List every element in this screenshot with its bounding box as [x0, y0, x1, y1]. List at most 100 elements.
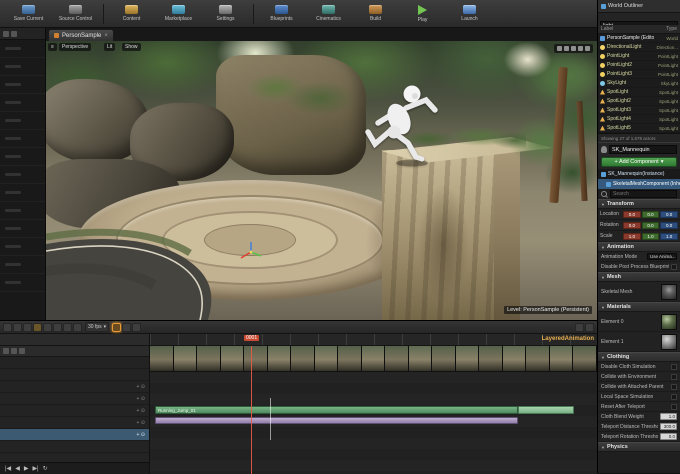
collapsed-tree-row[interactable] — [0, 112, 45, 130]
panel-header-icon[interactable] — [3, 30, 9, 37]
collapsed-tree-row[interactable] — [0, 148, 45, 166]
timeline-area[interactable]: Running_Jump_01 — [150, 346, 597, 474]
source-control-button[interactable]: Source Control — [53, 1, 98, 26]
outliner-row[interactable]: SpotLight2 SpotLight — [598, 97, 680, 106]
filmstrip-thumbnail[interactable] — [385, 346, 409, 371]
track-controls[interactable]: + ⊙ — [137, 396, 146, 402]
filmstrip-thumbnail[interactable] — [173, 346, 197, 371]
location-x-field[interactable]: 0.0 — [623, 210, 641, 218]
collapsed-tree-row[interactable] — [0, 184, 45, 202]
actor-name-field[interactable] — [609, 145, 677, 154]
outliner-row[interactable]: SpotLight5 SpotLight — [598, 124, 680, 133]
filmstrip-thumbnail[interactable] — [502, 346, 526, 371]
outliner-row[interactable]: SpotLight4 SpotLight — [598, 115, 680, 124]
component-skeletal-mesh[interactable]: SkeletalMeshComponent (Inherited) — [598, 179, 680, 189]
settings-button[interactable]: Settings — [203, 1, 248, 26]
track-toolbar-icon[interactable] — [19, 348, 25, 354]
step-back-button[interactable]: ◀ — [15, 466, 20, 472]
content-button[interactable]: Content — [109, 1, 154, 26]
outliner-row[interactable]: SpotLight SpotLight — [598, 88, 680, 97]
animation-clip-extension[interactable] — [518, 406, 574, 414]
filmstrip-thumbnail[interactable] — [267, 346, 291, 371]
outliner-row[interactable]: PersonSample (Editor) World — [598, 34, 680, 43]
track-toolbar-icon[interactable] — [11, 348, 17, 354]
collapsed-tree-row[interactable] — [0, 238, 45, 256]
render-movie-icon[interactable] — [33, 322, 42, 332]
viewport-3d-canvas[interactable]: ≡ Perspective Lit Show Level: PersonSamp… — [46, 41, 597, 320]
clothing-checkbox[interactable] — [671, 403, 677, 410]
details-search-input[interactable] — [610, 190, 677, 198]
track-row-selected[interactable]: + ⊙ — [0, 429, 149, 441]
track-row[interactable] — [0, 357, 149, 369]
options-icon[interactable] — [585, 322, 594, 332]
mannequin-character[interactable] — [342, 75, 452, 175]
translate-gizmo[interactable] — [238, 239, 264, 265]
filmstrip-thumbnail[interactable] — [314, 346, 338, 371]
undo-icon[interactable] — [43, 322, 52, 332]
play-button[interactable]: Play — [400, 1, 445, 26]
track-row[interactable] — [0, 369, 149, 381]
build-button[interactable]: Build — [353, 1, 398, 26]
save-current-button[interactable]: Save Current — [6, 1, 51, 26]
add-component-button[interactable]: + Add Component ▾ — [601, 157, 677, 167]
filmstrip-thumbnail[interactable] — [338, 346, 362, 371]
playhead-frame-tag[interactable]: 0001 — [244, 335, 260, 341]
filmstrip-thumbnail[interactable] — [291, 346, 315, 371]
section-clothing[interactable]: ▼ Clothing — [598, 352, 680, 362]
auto-key-icon[interactable] — [112, 322, 122, 332]
outliner-row[interactable]: DirectionalLight Direction... — [598, 43, 680, 52]
cloth-blend-weight-field[interactable]: 1.0 — [660, 413, 677, 420]
component-root[interactable]: SK_Mannequin(Instance) — [598, 169, 680, 179]
stat-icon[interactable] — [571, 46, 576, 51]
snap-icon[interactable] — [122, 322, 132, 332]
fps-dropdown[interactable]: 30 fps ▾ — [85, 322, 110, 332]
teleport-distance-field[interactable]: 300.0 — [660, 423, 677, 430]
outliner-row[interactable]: PointLight PointLight — [598, 52, 680, 61]
filmstrip-thumbnail[interactable] — [455, 346, 479, 371]
animation-clip-secondary[interactable] — [155, 417, 518, 424]
show-dropdown[interactable]: Show — [122, 43, 141, 51]
world-outliner-tab[interactable]: World Outliner — [598, 0, 680, 13]
tab-personsample[interactable]: PersonSample × — [48, 29, 114, 41]
filmstrip-thumbnail[interactable] — [220, 346, 244, 371]
save-sequence-icon[interactable] — [3, 322, 12, 332]
section-animation[interactable]: ▼ Animation — [598, 242, 680, 252]
collapsed-tree-row[interactable] — [0, 166, 45, 184]
marketplace-button[interactable]: Marketplace — [156, 1, 201, 26]
material-thumbnail[interactable] — [661, 313, 677, 330]
loop-button[interactable]: ↻ — [43, 466, 48, 472]
section-mesh[interactable]: ▼ Mesh — [598, 272, 680, 282]
scale-z-field[interactable]: 1.0 — [660, 232, 679, 240]
scale-x-field[interactable]: 1.0 — [623, 232, 641, 240]
filmstrip-thumbnail[interactable] — [408, 346, 432, 371]
viewport-menu-icon[interactable]: ≡ — [48, 43, 57, 51]
lock-icon[interactable] — [575, 322, 584, 332]
filmstrip-thumbnail[interactable] — [573, 346, 597, 371]
filmstrip-thumbnail[interactable] — [432, 346, 456, 371]
keyframe-options-icon[interactable] — [73, 322, 82, 332]
collapsed-tree-row[interactable] — [0, 220, 45, 238]
clothing-checkbox[interactable] — [671, 373, 677, 380]
close-icon[interactable]: × — [104, 33, 108, 39]
track-toolbar-icon[interactable] — [3, 348, 9, 354]
filmstrip-thumbnail[interactable] — [549, 346, 573, 371]
animation-mode-dropdown[interactable]: Use Anima... — [647, 253, 677, 260]
collapsed-tree-row[interactable] — [0, 274, 45, 292]
label-column-header[interactable]: Label — [601, 26, 613, 32]
timeline-ruler[interactable]: 0001 LayeredAnimation — [150, 334, 597, 345]
filmstrip-thumbnail[interactable] — [361, 346, 385, 371]
create-camera-icon[interactable] — [23, 322, 32, 332]
stat-icon[interactable] — [578, 46, 583, 51]
rotation-z-field[interactable]: 0.0 — [660, 221, 679, 229]
collapsed-tree-row[interactable] — [0, 202, 45, 220]
playhead[interactable] — [251, 346, 252, 474]
clothing-checkbox[interactable] — [671, 383, 677, 390]
collapsed-tree-row[interactable] — [0, 40, 45, 58]
track-controls[interactable]: + ⊙ — [137, 408, 146, 414]
collapsed-tree-row[interactable] — [0, 256, 45, 274]
filmstrip-thumbnail[interactable] — [479, 346, 503, 371]
blueprints-button[interactable]: Blueprints — [259, 1, 304, 26]
track-lanes[interactable]: Running_Jump_01 — [150, 372, 597, 474]
track-controls[interactable]: + ⊙ — [137, 384, 146, 390]
actions-icon[interactable] — [53, 322, 62, 332]
